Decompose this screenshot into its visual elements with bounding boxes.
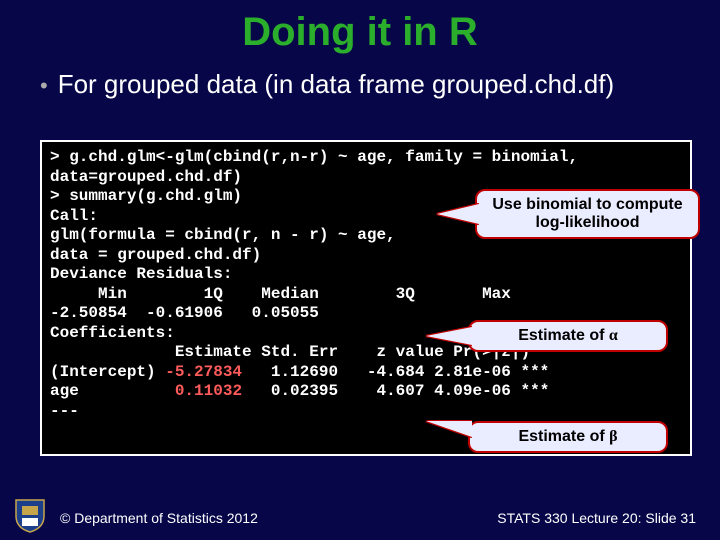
page-title: Doing it in R <box>0 0 720 55</box>
beta-symbol: β <box>609 428 617 445</box>
age-estimate: 0.11032 <box>175 382 242 400</box>
bullet-item: • For grouped data (in data frame grouped… <box>0 55 720 100</box>
bullet-dot: • <box>40 73 48 98</box>
alpha-symbol: α <box>609 327 618 344</box>
bullet-text: For grouped data (in data frame grouped.… <box>58 69 614 99</box>
crest-icon <box>12 494 48 534</box>
callout-alpha: Estimate of α <box>468 320 668 352</box>
footer-slide-number: STATS 330 Lecture 20: Slide 31 <box>497 510 696 526</box>
code-block: > g.chd.glm<-glm(cbind(r,n-r) ~ age, fam… <box>40 140 692 456</box>
intercept-estimate: -5.27834 <box>165 363 242 381</box>
footer-copyright: © Department of Statistics 2012 <box>60 510 258 526</box>
callout-beta: Estimate of β <box>468 421 668 453</box>
callout-binomial: Use binomial to compute log-likelihood <box>475 189 700 239</box>
